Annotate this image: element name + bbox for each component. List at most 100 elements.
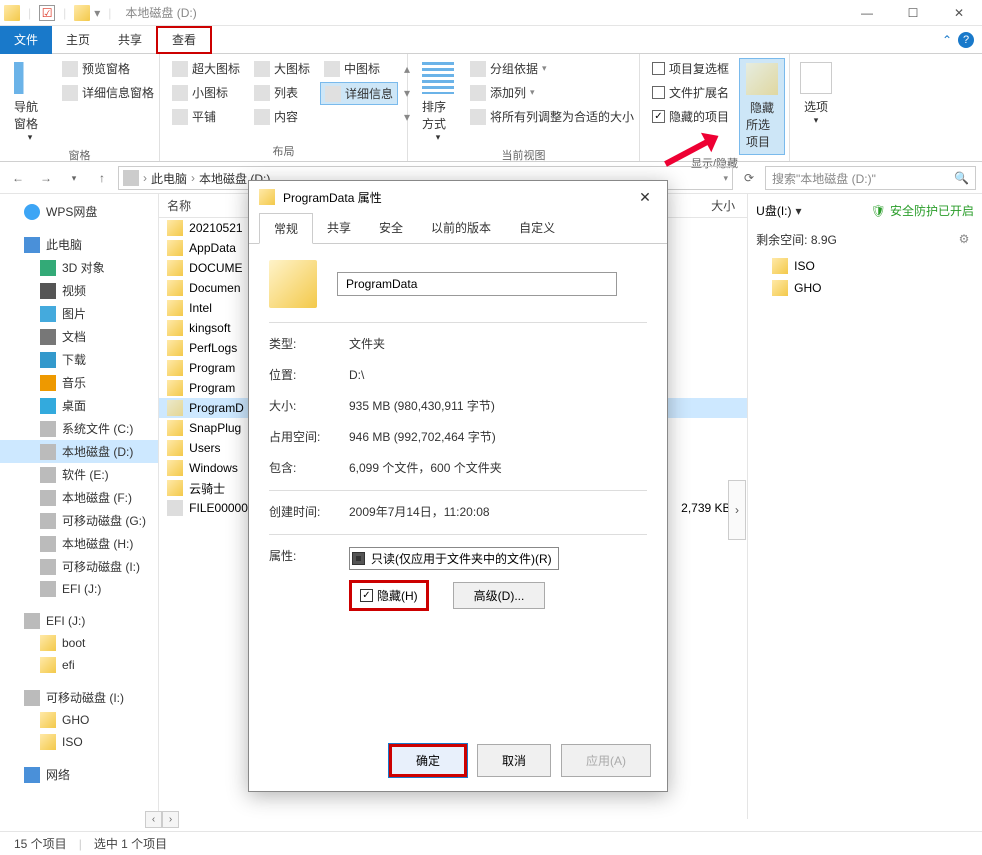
sidebar-boot[interactable]: boot [0,632,158,654]
qat-checkbox[interactable]: ☑ [39,5,55,21]
tab-file[interactable]: 文件 [0,26,52,54]
hidden-items-option[interactable]: 隐藏的项目 [648,106,733,127]
folder-icon [40,712,56,728]
sidebar-pic[interactable]: 图片 [0,302,158,325]
sidebar-scrollbar[interactable]: ‹ › [145,811,179,828]
sidebar-h[interactable]: 本地磁盘 (H:) [0,532,158,555]
sidebar-music[interactable]: 音乐 [0,371,158,394]
fit-col-button[interactable]: 将所有列调整为合适的大小 [466,106,638,127]
dialog-tabs: 常规 共享 安全 以前的版本 自定义 [249,213,667,244]
cancel-button[interactable]: 取消 [477,744,551,777]
tab-custom[interactable]: 自定义 [505,213,569,243]
usb-icon [40,513,56,529]
maximize-button[interactable]: ☐ [890,0,936,26]
dialog-titlebar[interactable]: ProgramData 属性 ✕ [249,181,667,213]
col-size[interactable]: 大小 [667,197,747,214]
details-pane-button[interactable]: 详细信息窗格 [58,82,158,103]
sidebar-gho[interactable]: GHO [0,709,158,731]
scroll-left-button[interactable]: ‹ [145,811,162,828]
scroll-right-button[interactable]: › [162,811,179,828]
options-button[interactable]: 选项▾ [798,58,834,130]
search-icon[interactable]: 🔍 [954,171,969,185]
content-button[interactable]: 内容 [250,106,314,127]
item-checkbox-option[interactable]: 项目复选框 [648,58,733,79]
tab-share[interactable]: 共享 [104,26,156,54]
add-col-button[interactable]: 添加列 ▾ [466,82,638,103]
sidebar-f[interactable]: 本地磁盘 (F:) [0,486,158,509]
sidebar-d[interactable]: 本地磁盘 (D:) [0,440,158,463]
tab-share[interactable]: 共享 [313,213,365,243]
sidebar-i[interactable]: 可移动磁盘 (I:) [0,555,158,578]
folder-icon [167,220,183,236]
sidebar-c[interactable]: 系统文件 (C:) [0,417,158,440]
recent-button[interactable]: ▾ [62,166,86,190]
nav-pane-button[interactable]: 导航窗格▾ [8,58,52,147]
sidebar-network[interactable]: 网络 [0,763,158,786]
gear-icon[interactable]: ⚙ [954,229,974,249]
usb-selector[interactable]: U盘(I:)▾ [756,202,801,219]
crumb-pc[interactable]: 此电脑 [151,170,187,187]
sidebar-j2[interactable]: EFI (J:) [0,610,158,632]
collapse-ribbon-icon[interactable]: ⌃ [942,33,952,47]
ok-button[interactable]: 确定 [389,744,467,777]
scroll-right-button[interactable]: › [728,480,746,540]
readonly-checkbox[interactable]: 只读(仅应用于文件夹中的文件)(R) [349,547,559,570]
advanced-button[interactable]: 高级(D)... [453,582,546,609]
rp-item-iso[interactable]: ISO [752,255,978,277]
refresh-button[interactable]: ⟳ [737,166,761,190]
tab-general[interactable]: 常规 [259,213,313,244]
group-by-button[interactable]: 分组依据 ▾ [466,58,638,79]
xl-icons-icon [172,61,188,77]
details-view-icon [325,86,341,102]
file-ext-option[interactable]: 文件扩展名 [648,82,733,103]
details-view-button[interactable]: 详细信息 [320,82,398,105]
dialog-close-button[interactable]: ✕ [633,189,657,206]
m-icons-button[interactable]: 中图标 [320,58,398,79]
up-button[interactable]: ↑ [90,166,114,190]
sidebar-g[interactable]: 可移动磁盘 (G:) [0,509,158,532]
s-icons-button[interactable]: 小图标 [168,82,244,103]
hidden-checkbox[interactable]: 隐藏(H) [349,580,429,611]
sidebar-video[interactable]: 视频 [0,279,158,302]
tab-security[interactable]: 安全 [365,213,417,243]
sort-button[interactable]: 排序方式▾ [416,58,460,147]
pic-icon [40,306,56,322]
desktop-icon [40,398,56,414]
sidebar-pc[interactable]: 此电脑 [0,233,158,256]
search-box[interactable]: 搜索"本地磁盘 (D:)" 🔍 [765,166,976,190]
tab-view[interactable]: 查看 [156,26,212,54]
sidebar-efi[interactable]: efi [0,654,158,676]
hide-selected-button[interactable]: 隐藏 所选项目 [739,58,785,155]
size-value: 935 MB (980,430,911 字节) [349,397,495,414]
list-button[interactable]: 列表 [250,82,314,103]
preview-pane-button[interactable]: 预览窗格 [58,58,158,79]
help-icon[interactable]: ? [958,32,974,48]
properties-dialog: ProgramData 属性 ✕ 常规 共享 安全 以前的版本 自定义 类型:文… [248,180,668,792]
sidebar-doc[interactable]: 文档 [0,325,158,348]
folder-icon [40,657,56,673]
xl-icons-button[interactable]: 超大图标 [168,58,244,79]
drive-icon [40,421,56,437]
sidebar-e[interactable]: 软件 (E:) [0,463,158,486]
folder-name-input[interactable] [337,272,617,296]
sidebar-wps[interactable]: WPS网盘 [0,200,158,223]
tile-button[interactable]: 平铺 [168,106,244,127]
sidebar-i2[interactable]: 可移动磁盘 (I:) [0,686,158,709]
tab-previous[interactable]: 以前的版本 [417,213,505,243]
security-status[interactable]: 🛡安全防护已开启 [871,202,974,219]
minimize-button[interactable]: — [844,0,890,26]
close-button[interactable]: ✕ [936,0,982,26]
details-pane-icon [62,85,78,101]
sidebar-3d[interactable]: 3D 对象 [0,256,158,279]
sidebar-dl[interactable]: 下载 [0,348,158,371]
sidebar-desk[interactable]: 桌面 [0,394,158,417]
apply-button[interactable]: 应用(A) [561,744,651,777]
sidebar-iso[interactable]: ISO [0,731,158,753]
rp-item-gho[interactable]: GHO [752,277,978,299]
back-button[interactable]: ← [6,166,30,190]
sidebar-j[interactable]: EFI (J:) [0,578,158,600]
l-icons-button[interactable]: 大图标 [250,58,314,79]
forward-button[interactable]: → [34,166,58,190]
nav-pane-icon [14,62,46,94]
tab-home[interactable]: 主页 [52,26,104,54]
